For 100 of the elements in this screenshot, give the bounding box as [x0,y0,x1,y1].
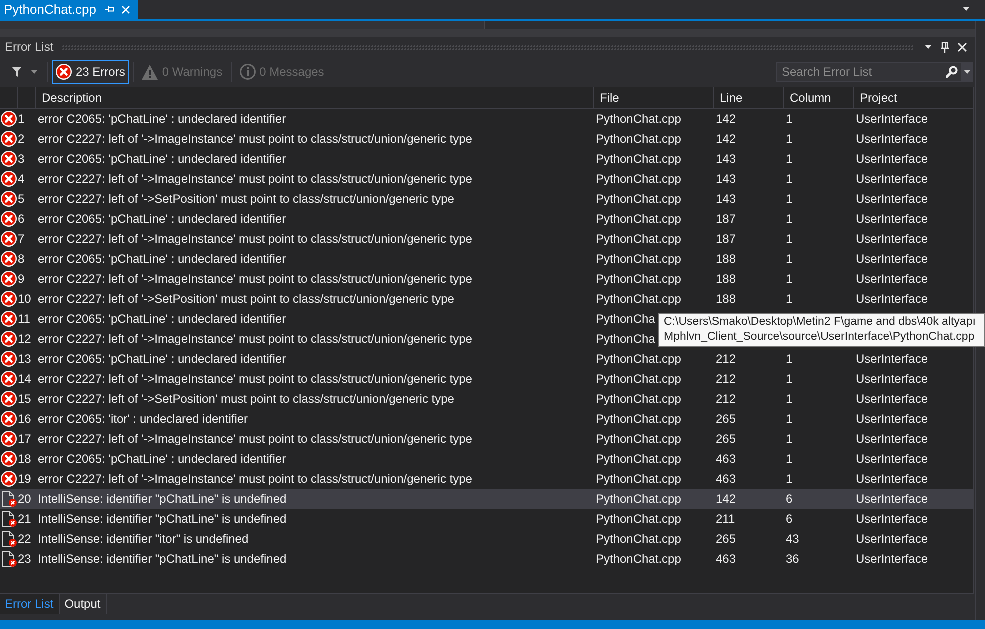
line-cell: 463 [716,472,736,486]
document-error-icon [0,551,16,567]
document-error-icon [0,511,16,527]
column-cell: 1 [786,372,793,386]
line-cell: 188 [716,272,736,286]
file-cell: PythonChat.cpp [596,352,682,366]
column-cell: 1 [786,192,793,206]
description-cell: error C2227: left of '->SetPosition' must point to class/struct/union/generic type [38,392,454,406]
row-number: 22 [18,532,32,546]
error-icon [0,151,16,167]
row-number: 14 [18,372,32,386]
project-cell: UserInterface [856,192,928,206]
project-cell: UserInterface [856,112,928,126]
column-header[interactable]: File [593,87,713,108]
error-row[interactable]: 8 error C2065: 'pChatLine' : undeclared identifier PythonChat.cpp 188 1 UserInterface [0,249,973,269]
error-icon [0,371,16,387]
file-cell: PythonChat.cpp [596,232,682,246]
column-cell: 43 [786,532,800,546]
error-row[interactable]: 23 IntelliSense: identifier "pChatLine" is undefined PythonChat.cpp 463 36 UserInterface [0,549,973,569]
error-icon [0,231,16,247]
error-row[interactable]: 5 error C2227: left of '->SetPosition' must point to class/struct/union/generic type PythonChat.cpp 143 1 UserInterface [0,189,973,209]
error-row[interactable]: 15 error C2227: left of '->SetPosition' must point to class/struct/union/generic type PythonChat.cpp 212 1 UserInterface [0,389,973,409]
column-cell: 1 [786,452,793,466]
close-icon[interactable] [958,42,967,52]
column-header[interactable]: Project [853,87,973,108]
line-cell: 142 [716,132,736,146]
line-cell: 187 [716,212,736,226]
error-row[interactable]: 16 error C2065: 'itor' : undeclared identifier PythonChat.cpp 265 1 UserInterface [0,409,973,429]
search-button[interactable] [942,62,961,82]
description-cell: error C2227: left of '->ImageInstance' must point to class/struct/union/generic type [38,172,472,186]
error-row[interactable]: 1 error C2065: 'pChatLine' : undeclared identifier PythonChat.cpp 142 1 UserInterface [0,109,973,129]
search-field[interactable]: Search Error List [776,62,942,82]
error-row[interactable]: 17 error C2227: left of '->ImageInstance' must point to class/struct/union/generic type PythonChat.cpp 265 1 UserInterface [0,429,973,449]
error-row[interactable]: 13 error C2065: 'pChatLine' : undeclared identifier PythonChat.cpp 212 1 UserInterface [0,349,973,369]
file-cell: PythonChat.cpp [596,192,682,206]
file-cell: PythonChat.cpp [596,492,682,506]
column-cell: 1 [786,172,793,186]
column-cell: 1 [786,412,793,426]
line-cell: 143 [716,192,736,206]
project-cell: UserInterface [856,152,928,166]
column-cell: 1 [786,432,793,446]
error-row[interactable]: 18 error C2065: 'pChatLine' : undeclared identifier PythonChat.cpp 463 1 UserInterface [0,449,973,469]
file-cell: PythonChat.cpp [596,532,682,546]
caret-icon[interactable] [963,7,970,11]
error-icon [0,111,16,127]
error-row[interactable]: 4 error C2227: left of '->ImageInstance' must point to class/struct/union/generic type PythonChat.cpp 143 1 UserInterface [0,169,973,189]
error-icon [0,351,16,367]
error-row[interactable]: 9 error C2227: left of '->ImageInstance' must point to class/struct/union/generic type PythonChat.cpp 188 1 UserInterface [0,269,973,289]
error-row[interactable]: 2 error C2227: left of '->ImageInstance' must point to class/struct/union/generic type PythonChat.cpp 142 1 UserInterface [0,129,973,149]
description-cell: error C2227: left of '->ImageInstance' must point to class/struct/union/generic type [38,332,472,346]
error-row[interactable]: 3 error C2065: 'pChatLine' : undeclared identifier PythonChat.cpp 143 1 UserInterface [0,149,973,169]
pin-icon[interactable] [941,42,949,52]
error-row[interactable]: 7 error C2227: left of '->ImageInstance' must point to class/struct/union/generic type PythonChat.cpp 187 1 UserInterface [0,229,973,249]
file-cell: PythonChat.cpp [596,152,682,166]
column-header[interactable]: Line [713,87,783,108]
description-cell: error C2065: 'pChatLine' : undeclared identifier [38,212,286,226]
document-error-icon [0,491,16,507]
line-cell: 212 [716,372,736,386]
error-row[interactable]: 6 error C2065: 'pChatLine' : undeclared identifier PythonChat.cpp 187 1 UserInterface [0,209,973,229]
row-number: 19 [18,472,32,486]
line-cell: 212 [716,392,736,406]
file-cell: PythonChat.cpp [596,272,682,286]
error-row[interactable]: 22 IntelliSense: identifier "itor" is undefined PythonChat.cpp 265 43 UserInterface [0,529,973,549]
line-cell: 211 [716,512,736,526]
description-cell: IntelliSense: identifier "itor" is undefined [38,532,249,546]
error-row[interactable]: 21 IntelliSense: identifier "pChatLine" is undefined PythonChat.cpp 211 6 UserInterface [0,509,973,529]
project-cell: UserInterface [856,392,928,406]
search-options-button[interactable] [961,62,973,82]
project-cell: UserInterface [856,212,928,226]
description-cell: error C2065: 'pChatLine' : undeclared identifier [38,312,286,326]
row-number: 16 [18,412,32,426]
description-cell: IntelliSense: identifier "pChatLine" is undefined [38,492,287,506]
filter-toggle[interactable]: 23 Errors [52,60,130,84]
project-cell: UserInterface [856,252,928,266]
column-cell: 1 [786,152,793,166]
error-icon [0,271,16,287]
line-cell: 188 [716,252,736,266]
description-cell: error C2065: 'pChatLine' : undeclared identifier [38,452,286,466]
error-icon [0,171,16,187]
caret-icon[interactable] [925,45,932,49]
error-icon [0,331,16,347]
project-cell: UserInterface [856,552,928,566]
description-cell: error C2065: 'pChatLine' : undeclared identifier [38,152,286,166]
file-cell: PythonChat.cpp [596,552,682,566]
error-icon [0,311,16,327]
error-row[interactable]: 19 error C2227: left of '->ImageInstance' must point to class/struct/union/generic type PythonChat.cpp 463 1 UserInterface [0,469,973,489]
column-header[interactable]: Column [783,87,853,108]
project-cell: UserInterface [856,452,928,466]
row-number: 6 [18,212,25,226]
panel-tab[interactable]: Error List [0,594,60,614]
row-number: 5 [18,192,25,206]
row-number: 20 [18,492,32,506]
error-row[interactable]: 10 error C2227: left of '->SetPosition' must point to class/struct/union/generic type PythonChat.cpp 188 1 UserInterface [0,289,973,309]
project-cell: UserInterface [856,352,928,366]
line-cell: 212 [716,352,736,366]
description-cell: error C2065: 'pChatLine' : undeclared identifier [38,252,286,266]
description-cell: error C2065: 'itor' : undeclared identifier [38,412,248,426]
error-row[interactable]: 14 error C2227: left of '->ImageInstance' must point to class/struct/union/generic type PythonChat.cpp 212 1 UserInterface [0,369,973,389]
error-row[interactable]: 20 IntelliSense: identifier "pChatLine" is undefined PythonChat.cpp 142 6 UserInterface [0,489,973,509]
column-header[interactable]: Description [35,87,593,108]
